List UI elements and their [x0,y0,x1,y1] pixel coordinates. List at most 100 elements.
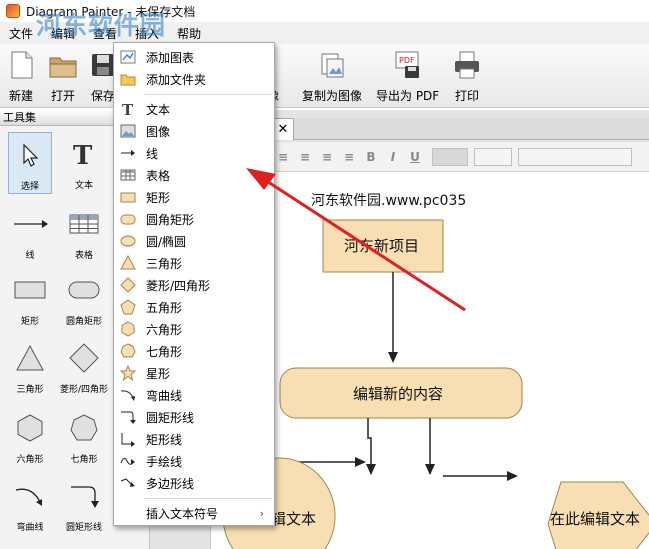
tool-heptagon-label: 七角形 [70,455,98,465]
menu-separator [144,498,272,499]
color-swatch[interactable] [432,147,468,166]
ellipse-icon [120,233,136,249]
polyline-icon [120,475,136,491]
app-icon [6,4,20,18]
bold-icon[interactable]: B [360,147,382,167]
underline-icon[interactable]: U [404,147,426,167]
tool-triangle-label: 三角形 [16,385,44,395]
tool-text-label: 文本 [74,181,93,191]
menu-item-add-chart[interactable]: 添加图表 [114,46,274,68]
menu-item-heptagon[interactable]: 七角形 [114,340,274,362]
tool-rounded-rect[interactable]: 圆角矩形 [62,268,106,330]
curve-icon [12,478,48,514]
hexagon-icon [120,321,136,337]
align-left-icon[interactable]: ≡ [272,147,294,167]
table-icon [120,167,136,183]
submenu-arrow-icon: › [259,506,264,520]
menu-item-ellipse[interactable]: 圆/椭圆 [114,230,274,252]
line-icon [120,145,136,161]
menu-item-star[interactable]: 星形 [114,362,274,384]
rounded-elbow-icon [66,478,102,514]
menu-item-table[interactable]: 表格 [114,164,274,186]
menu-item-elbow[interactable]: 矩形线 [114,428,274,450]
diagram-shapes [222,219,649,549]
align-right-icon[interactable]: ≡ [316,147,338,167]
open-button[interactable]: 打开 [48,48,78,106]
folder-icon [120,71,136,87]
export-pdf-button[interactable]: PDF 导出为 PDF [376,48,439,106]
menu-item-rounded-elbow[interactable]: 圆矩形线 [114,406,274,428]
elbow-icon [120,431,136,447]
save-label: 保存 [90,89,115,103]
line-icon [12,206,48,242]
text-icon: T [66,136,102,172]
align-center-icon[interactable]: ≡ [294,147,316,167]
menu-item-image[interactable]: 图像 [114,120,274,142]
diamond-icon [66,340,102,376]
menu-item-diamond[interactable]: 菱形/四角形 [114,274,274,296]
menu-item-rectangle[interactable]: 矩形 [114,186,274,208]
diagram-canvas[interactable]: 河东软件园.www.pc035 河东新项目 编辑新的内容 辑文本 在此编辑文本 [210,172,649,549]
tool-rounded-elbow[interactable]: 圆矩形线 [62,474,106,536]
font-family-field[interactable] [518,147,632,166]
tool-curve[interactable]: 弯曲线 [8,474,52,536]
print-button[interactable]: 打印 [452,48,482,106]
tool-line[interactable]: 线 [8,202,52,264]
menu-item-add-folder[interactable]: 添加文件夹 [114,68,274,90]
connector-arrowhead [388,352,398,363]
menu-item-hexagon[interactable]: 六角形 [114,318,274,340]
star-icon [120,365,136,381]
text-icon: T [120,101,136,117]
triangle-icon [12,340,48,376]
format-toolbar: ≡ ≡ ≡ ≡ B I U [272,142,649,172]
toolbar: 新建 打开 保存 像 复制为图像 PDF 导出为 PDF 打印 [0,44,649,108]
tool-table[interactable]: 表格 [62,202,106,264]
italic-icon[interactable]: I [382,147,404,167]
new-document-icon [6,50,36,80]
tool-select[interactable]: 选择 [8,132,52,194]
tool-triangle[interactable]: 三角形 [8,336,52,398]
menu-item-curve[interactable]: 弯曲线 [114,384,274,406]
copy-as-image-button[interactable]: 复制为图像 [302,48,362,106]
rounded-elbow-icon [120,409,136,425]
svg-text:T: T [73,141,93,168]
menu-item-freehand[interactable]: 手绘线 [114,450,274,472]
menu-item-polyline[interactable]: 多边形线 [114,472,274,494]
tool-text[interactable]: T 文本 [62,132,106,194]
svg-text:T: T [122,101,134,117]
menu-item-line[interactable]: 线 [114,142,274,164]
export-pdf-label: 导出为 PDF [376,89,440,103]
menu-item-insert-symbol[interactable]: 插入文本符号 › [114,502,274,524]
close-tab-icon[interactable]: ✕ [272,118,294,140]
menu-item-pentagon[interactable]: 五角形 [114,296,274,318]
menu-help[interactable]: 帮助 [168,25,210,42]
diamond-icon [120,277,136,293]
connector-arrowhead [355,457,366,467]
connector-arrowhead [507,471,518,481]
open-label: 打开 [50,89,75,103]
menu-item-triangle[interactable]: 三角形 [114,252,274,274]
hexagon-icon [12,410,48,446]
tool-heptagon[interactable]: 七角形 [62,406,106,468]
tool-select-label: 选择 [20,182,39,192]
new-button[interactable]: 新建 [6,48,36,106]
pentagon-icon [120,299,136,315]
menu-item-text[interactable]: T 文本 [114,98,274,120]
copy-image-icon [317,50,347,80]
open-folder-icon [48,50,78,80]
tool-hexagon[interactable]: 六角形 [8,406,52,468]
tool-rectangle-label: 矩形 [20,317,39,327]
connector-arrowhead [366,464,376,475]
insert-menu: 添加图表 添加文件夹 T 文本 图像 线 表格 矩形 圆角矩形 圆/椭圆 三角形… [113,42,275,526]
tool-diamond[interactable]: 菱形/四角形 [60,336,108,398]
tool-rectangle[interactable]: 矩形 [8,268,52,330]
triangle-icon [120,255,136,271]
font-size-dropdown[interactable] [474,147,512,166]
menu-item-rounded-rect[interactable]: 圆角矩形 [114,208,274,230]
new-label: 新建 [8,89,33,103]
menu-separator [144,94,272,95]
rectangle-icon [120,189,136,205]
add-chart-icon [120,49,136,65]
align-justify-icon[interactable]: ≡ [338,147,360,167]
hexagon-shape-label: 在此编辑文本 [550,510,641,528]
